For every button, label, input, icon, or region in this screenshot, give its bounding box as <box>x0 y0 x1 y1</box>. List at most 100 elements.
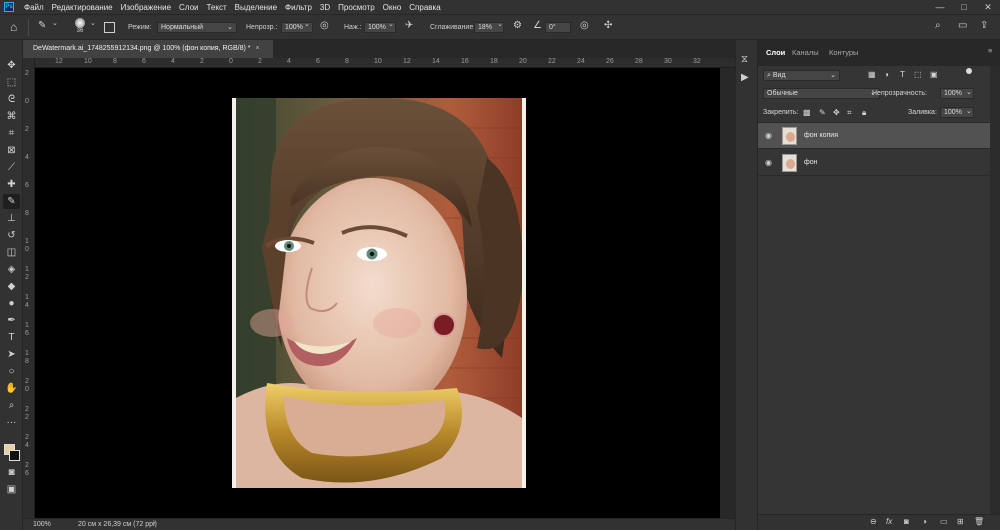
search-icon[interactable]: ⌕ <box>935 20 941 31</box>
ruler-tick-label: 2 6 <box>25 462 29 477</box>
layers-scrollbar[interactable] <box>990 66 1000 514</box>
chevron-down-icon[interactable]: ⌄ <box>966 107 972 115</box>
mask-icon[interactable]: ◙ <box>904 517 909 526</box>
menu-filter[interactable]: Фильтр <box>281 3 316 12</box>
ruler-tick-label: 8 <box>345 58 349 65</box>
tab-channels[interactable]: Каналы <box>792 48 819 57</box>
share-icon[interactable]: ⇪ <box>980 20 988 31</box>
blend-mode-select[interactable]: Обычные ⌄ <box>763 88 880 99</box>
menu-file[interactable]: Файл <box>20 3 48 12</box>
gear-icon[interactable]: ⚙ <box>513 20 522 31</box>
chevron-down-icon[interactable]: ⌄ <box>497 20 503 28</box>
link-icon[interactable]: ⊖ <box>870 517 877 526</box>
chevron-down-icon[interactable]: ⌄ <box>966 88 972 96</box>
filter-pixel-icon[interactable]: ▦ <box>868 70 876 79</box>
home-icon[interactable]: ⌂ <box>10 20 17 34</box>
quick-select-tool-icon[interactable]: ⌘ <box>3 109 20 124</box>
lock-all-icon[interactable]: 🔒︎ <box>862 108 866 118</box>
airbrush-icon[interactable]: ✈ <box>405 20 413 31</box>
lock-position-icon[interactable]: ✥ <box>833 108 840 117</box>
history-brush-tool-icon[interactable]: ↺ <box>3 228 20 243</box>
marquee-tool-icon[interactable]: ⬚ <box>3 75 20 90</box>
layer-row[interactable]: ◉ фон <box>758 150 990 176</box>
brush-settings-icon[interactable] <box>104 22 115 33</box>
frame-tool-icon[interactable]: ⊠ <box>3 143 20 158</box>
menu-edit[interactable]: Редактирование <box>48 3 117 12</box>
chevron-down-icon[interactable]: ⌄ <box>52 19 58 27</box>
workspace-icon[interactable]: ▭ <box>958 20 967 31</box>
healing-brush-tool-icon[interactable]: ✚ <box>3 177 20 192</box>
more-tools-icon[interactable]: ··· <box>3 415 20 430</box>
chevron-right-icon[interactable]: › <box>153 520 155 527</box>
eraser-tool-icon[interactable]: ◫ <box>3 245 20 260</box>
screen-mode-icon[interactable]: ▣ <box>3 482 20 497</box>
dodge-tool-icon[interactable]: ● <box>3 296 20 311</box>
type-tool-icon[interactable]: T <box>3 330 20 345</box>
fx-icon[interactable]: fx <box>886 517 892 526</box>
clone-stamp-tool-icon[interactable]: ⊥ <box>3 211 20 226</box>
menu-layers[interactable]: Слои <box>175 3 202 12</box>
pressure-opacity-icon[interactable]: ◎ <box>320 20 329 31</box>
layer-filter-select[interactable]: ⌕ Вид ⌄ <box>763 70 840 81</box>
background-color-swatch[interactable] <box>9 450 20 461</box>
move-tool-icon[interactable]: ✥ <box>3 58 20 73</box>
minimize-button[interactable]: — <box>928 0 952 14</box>
document-image[interactable] <box>232 98 526 488</box>
filter-adjustment-icon[interactable]: ◑ <box>884 70 889 79</box>
panel-menu-icon[interactable]: ≡ <box>988 46 992 55</box>
zoom-level[interactable]: 100% <box>33 521 51 528</box>
menu-3d[interactable]: 3D <box>316 3 334 12</box>
ellipse-tool-icon[interactable]: ○ <box>3 364 20 379</box>
lock-transparent-icon[interactable]: ▩ <box>803 108 811 117</box>
filter-toggle[interactable] <box>966 68 972 74</box>
mode-select[interactable]: Нормальный ⌄ <box>157 22 237 33</box>
vertical-scrollbar[interactable] <box>720 68 735 518</box>
brush-tool-icon[interactable]: ✎ <box>3 194 20 209</box>
group-icon[interactable]: ▭ <box>940 517 948 526</box>
lock-artboard-icon[interactable]: ⌗ <box>847 108 852 118</box>
angle-field[interactable]: 0° <box>545 22 571 33</box>
new-layer-icon[interactable]: ⊞ <box>957 517 964 526</box>
paint-bucket-tool-icon[interactable]: ◈ <box>3 262 20 277</box>
trash-icon[interactable]: 🗑︎ <box>974 517 984 526</box>
blur-tool-icon[interactable]: ◆ <box>3 279 20 294</box>
lock-image-icon[interactable]: ✎ <box>819 108 826 117</box>
panel-tabs: Слои Каналы Контуры ≡ <box>758 40 1000 66</box>
tab-paths[interactable]: Контуры <box>829 48 858 57</box>
eye-icon[interactable]: ◉ <box>765 131 772 140</box>
actions-panel-icon[interactable]: ▶ <box>741 72 749 83</box>
brush-tool-icon[interactable]: ✎ <box>38 20 46 31</box>
crop-tool-icon[interactable]: ⌗ <box>3 126 20 141</box>
filter-smart-object-icon[interactable]: ▣ <box>930 70 938 79</box>
filter-type-icon[interactable]: T <box>900 70 905 79</box>
lasso-tool-icon[interactable]: ᘓ <box>3 92 20 107</box>
document-tab[interactable]: DeWatermark.ai_1748255912134.png @ 100% … <box>23 40 273 58</box>
chevron-down-icon[interactable]: ⌄ <box>388 20 394 28</box>
history-panel-icon[interactable]: ⧖ <box>741 54 748 65</box>
quick-mask-icon[interactable]: ◙ <box>3 465 20 480</box>
path-select-tool-icon[interactable]: ➤ <box>3 347 20 362</box>
filter-shape-icon[interactable]: ⬚ <box>914 70 922 79</box>
menu-view[interactable]: Просмотр <box>334 3 379 12</box>
pressure-size-icon[interactable]: ◎ <box>580 20 589 31</box>
zoom-tool-icon[interactable]: ⌕ <box>3 398 20 413</box>
menu-image[interactable]: Изображение <box>117 3 175 12</box>
restore-button[interactable]: □ <box>952 0 976 14</box>
tab-layers[interactable]: Слои <box>766 48 785 57</box>
menu-select[interactable]: Выделение <box>231 3 281 12</box>
menu-type[interactable]: Текст <box>202 3 230 12</box>
close-tab-icon[interactable]: × <box>255 45 259 52</box>
chevron-down-icon[interactable]: ⌄ <box>90 19 96 27</box>
layer-row[interactable]: ◉ фон копия <box>758 123 990 149</box>
pen-tool-icon[interactable]: ✒ <box>3 313 20 328</box>
symmetry-icon[interactable]: ✣ <box>604 20 612 31</box>
chevron-down-icon[interactable]: ⌄ <box>304 20 310 28</box>
menu-help[interactable]: Справка <box>405 3 444 12</box>
eye-icon[interactable]: ◉ <box>765 158 772 167</box>
brush-preset-picker[interactable]: 36 <box>72 18 88 38</box>
adjustment-icon[interactable]: ◑ <box>922 517 927 526</box>
eyedropper-tool-icon[interactable]: ⟋ <box>3 160 20 175</box>
menu-window[interactable]: Окно <box>379 3 406 12</box>
hand-tool-icon[interactable]: ✋ <box>3 381 20 396</box>
close-window-button[interactable]: ✕ <box>976 0 1000 14</box>
